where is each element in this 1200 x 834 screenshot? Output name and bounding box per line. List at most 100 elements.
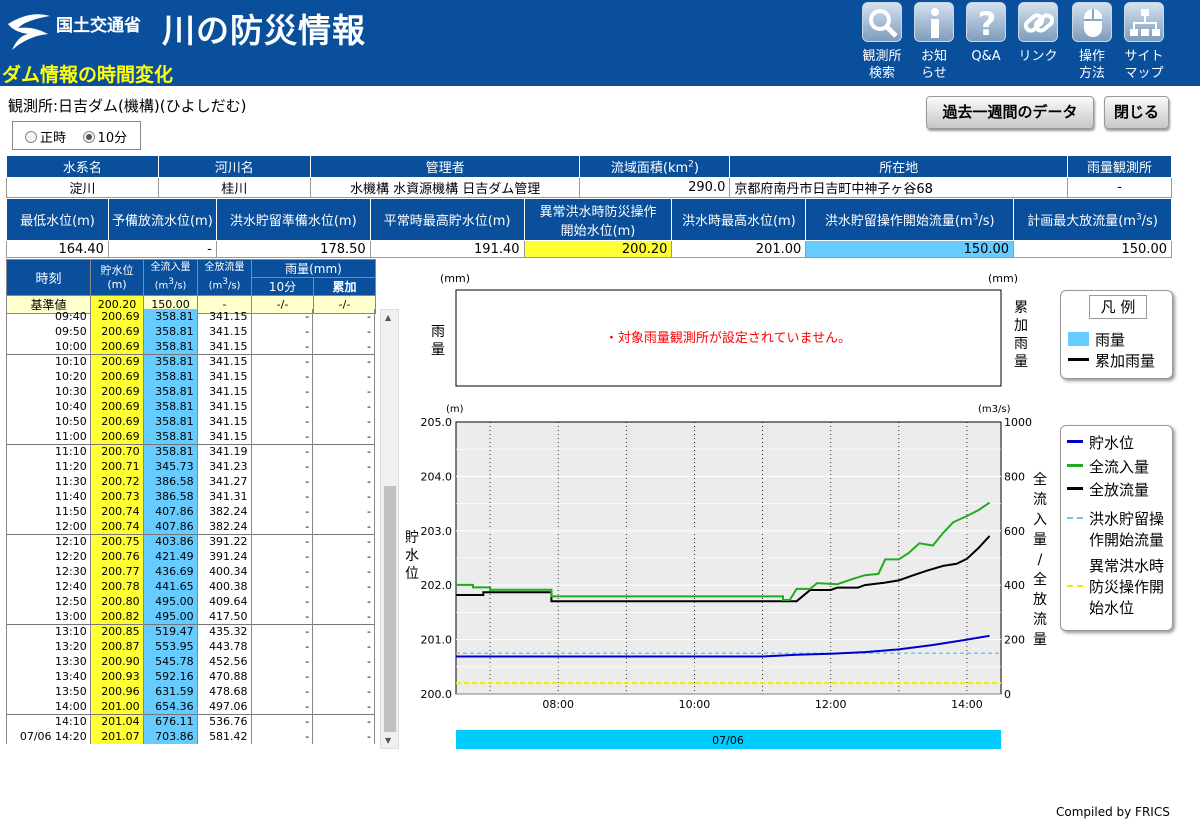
header-cell: 計画最大放流量(m3/s) xyxy=(1013,198,1172,241)
radio-10min[interactable]: 10分 xyxy=(82,131,127,146)
value-cell: 631.59 xyxy=(142,684,198,699)
value-cell: 400.38 xyxy=(196,579,252,594)
cell: - xyxy=(107,240,217,258)
cell: 淀川 xyxy=(6,177,159,198)
legend-in-item: 全流入量 xyxy=(1061,456,1149,477)
legend-label: 作開始流量 xyxy=(1089,531,1165,549)
y-tick-label-left: 202.0 xyxy=(421,579,453,592)
table-row: 11:00 200.69 358.81 341.15- - xyxy=(6,429,375,444)
time-cell: 13:30 xyxy=(6,654,91,669)
ylabel-left-char: 位 xyxy=(405,566,419,582)
legend-label: 全流入量 xyxy=(1089,458,1150,476)
value-cell: 200.74 xyxy=(89,519,144,534)
header-text: 貯水位 xyxy=(100,263,134,277)
ylabel-left-char: 貯 xyxy=(405,530,419,546)
value-cell: - xyxy=(250,623,314,639)
value-cell: 391.24 xyxy=(196,549,252,564)
value-cell: 200.74 xyxy=(89,504,144,519)
close-button[interactable]: 閉じる xyxy=(1104,96,1169,129)
header-cell: 最低水位(m) xyxy=(6,198,109,241)
value-cell: - xyxy=(250,339,314,354)
nav-howto[interactable]: 操作 方法 xyxy=(1069,2,1115,82)
rain-unit-right: (mm) xyxy=(988,272,1018,285)
header-cell: 貯水位 (m) xyxy=(90,259,144,296)
value-cell: 200.69 xyxy=(89,369,144,384)
time-cell: 13:20 xyxy=(6,639,91,654)
value-cell: 201.04 xyxy=(89,713,144,729)
table-row: 10:20 200.69 358.81 341.15- - xyxy=(6,369,375,384)
value-cell: - xyxy=(250,533,314,549)
station-name: 観測所:日吉ダム(機構)(ひよしだむ) xyxy=(8,97,247,115)
value-cell: 478.68 xyxy=(196,684,252,699)
rain-ylabel-right-char: 雨 xyxy=(1014,336,1028,352)
header-text: 流域面積(km xyxy=(610,161,689,176)
value-cell: 470.88 xyxy=(196,669,252,684)
cell: - xyxy=(1067,177,1172,198)
radio-hourly[interactable]: 正時 xyxy=(25,131,66,146)
value-cell: 436.69 xyxy=(142,564,198,579)
site-title[interactable]: 川の防災情報 xyxy=(162,4,366,52)
value-cell: 452.56 xyxy=(196,654,252,669)
time-cell: 10:20 xyxy=(6,369,91,384)
table-row: 07/06 14:20 201.07 703.86 581.42- - xyxy=(6,729,375,744)
value-cell: - xyxy=(250,579,314,594)
value-cell: - xyxy=(250,414,314,429)
table-row: 13:00 200.82 495.00 417.50- - xyxy=(6,609,375,624)
value-cell: - xyxy=(312,594,375,609)
scroll-down-icon[interactable]: ▼ xyxy=(385,736,391,745)
ylabel-right-char: 量 xyxy=(1033,532,1047,548)
legend-wl-item: 貯水位 xyxy=(1061,432,1134,453)
value-cell: - xyxy=(312,353,375,369)
ylabel-right-char: 入 xyxy=(1033,512,1047,528)
table-row: 10:10 200.69 358.81 341.15- - xyxy=(6,353,375,369)
value-cell: 358.81 xyxy=(142,429,198,444)
legend-rain-item: 雨量 xyxy=(1061,329,1125,350)
rain-ylabel-left-char: 雨 xyxy=(431,324,445,340)
header-cell: 洪水時最高水位(m) xyxy=(671,198,807,241)
value-cell: - xyxy=(250,594,314,609)
value-cell: 495.00 xyxy=(142,594,198,609)
y-tick-label-right: 200 xyxy=(1004,634,1025,647)
value-cell: - xyxy=(312,474,375,489)
header-cell: 10分 xyxy=(251,277,314,296)
nav-qa[interactable]: ? Q&A xyxy=(963,2,1009,65)
interval-selector: 正時 10分 xyxy=(12,121,141,150)
scrollbar-thumb[interactable] xyxy=(384,486,396,732)
timeseries-table[interactable]: 09:40 200.69 358.81 341.15- -09:50 200.69 358.… xyxy=(6,309,375,749)
value-cell: 386.58 xyxy=(142,489,198,504)
table-row: 11:10 200.70 358.81 341.19- - xyxy=(6,443,375,459)
value-cell: 341.15 xyxy=(196,414,252,429)
header-cell: 雨量観測所 xyxy=(1067,155,1172,178)
nav-station-search[interactable]: 観測所 検索 xyxy=(859,2,905,82)
legend-label: 貯水位 xyxy=(1089,434,1135,452)
nav-link[interactable]: リンク xyxy=(1015,2,1061,65)
value-cell: - xyxy=(250,459,314,474)
table-scrollbar[interactable]: ▲ ▼ xyxy=(380,309,399,749)
past-week-button[interactable]: 過去一週間のデータ xyxy=(926,96,1094,129)
value-cell: - xyxy=(312,429,375,444)
value-cell: - xyxy=(312,309,375,324)
value-cell: 654.36 xyxy=(142,699,198,714)
value-cell: - xyxy=(250,713,314,729)
scroll-up-icon[interactable]: ▲ xyxy=(385,313,391,322)
value-cell: 407.86 xyxy=(142,504,198,519)
nav-notice[interactable]: お知 らせ xyxy=(911,2,957,82)
time-cell: 10:00 xyxy=(6,339,91,354)
value-cell: 358.81 xyxy=(142,339,198,354)
table-row: 10:40 200.69 358.81 341.15- - xyxy=(6,399,375,414)
nav-sitemap[interactable]: サイト マップ xyxy=(1121,2,1167,82)
legend-swatch xyxy=(1067,585,1083,587)
value-cell: - xyxy=(250,353,314,369)
value-cell: 200.87 xyxy=(89,639,144,654)
value-cell: - xyxy=(312,729,375,744)
header-cell: 累加 xyxy=(313,277,376,296)
y-tick-label-right: 600 xyxy=(1004,525,1025,538)
value-cell: - xyxy=(312,609,375,624)
header-cell: 予備放流水位(m) xyxy=(107,198,217,241)
header-text: 全流入量 xyxy=(150,262,191,274)
legend-label: 防災操作開 xyxy=(1089,578,1165,596)
y-tick-label-left: 200.0 xyxy=(421,688,453,701)
cell: 200.20 xyxy=(523,240,673,258)
search-icon xyxy=(862,2,902,42)
table-row: 13:50 200.96 631.59 478.68- - xyxy=(6,684,375,699)
